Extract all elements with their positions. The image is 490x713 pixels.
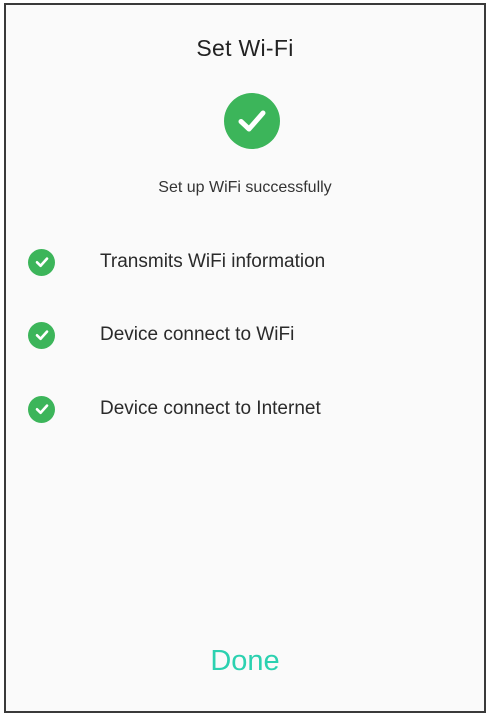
success-check-icon bbox=[224, 93, 280, 149]
step-label: Device connect to WiFi bbox=[100, 324, 295, 345]
step-connect-internet: Device connect to Internet bbox=[28, 394, 321, 424]
step-label: Transmits WiFi information bbox=[100, 251, 326, 272]
check-circle-icon bbox=[28, 321, 55, 349]
status-message: Set up WiFi successfully bbox=[158, 179, 332, 196]
done-button[interactable]: Done bbox=[6, 645, 484, 678]
page-title: Set Wi-Fi bbox=[196, 35, 294, 61]
check-circle-icon bbox=[28, 395, 55, 423]
wifi-setup-screen: Set Wi-Fi Set up WiFi successfully Trans… bbox=[4, 3, 486, 713]
check-circle-icon bbox=[28, 248, 55, 276]
step-label: Device connect to Internet bbox=[100, 398, 321, 419]
step-transmit-wifi-info: Transmits WiFi information bbox=[28, 247, 325, 277]
step-connect-wifi: Device connect to WiFi bbox=[28, 320, 294, 350]
